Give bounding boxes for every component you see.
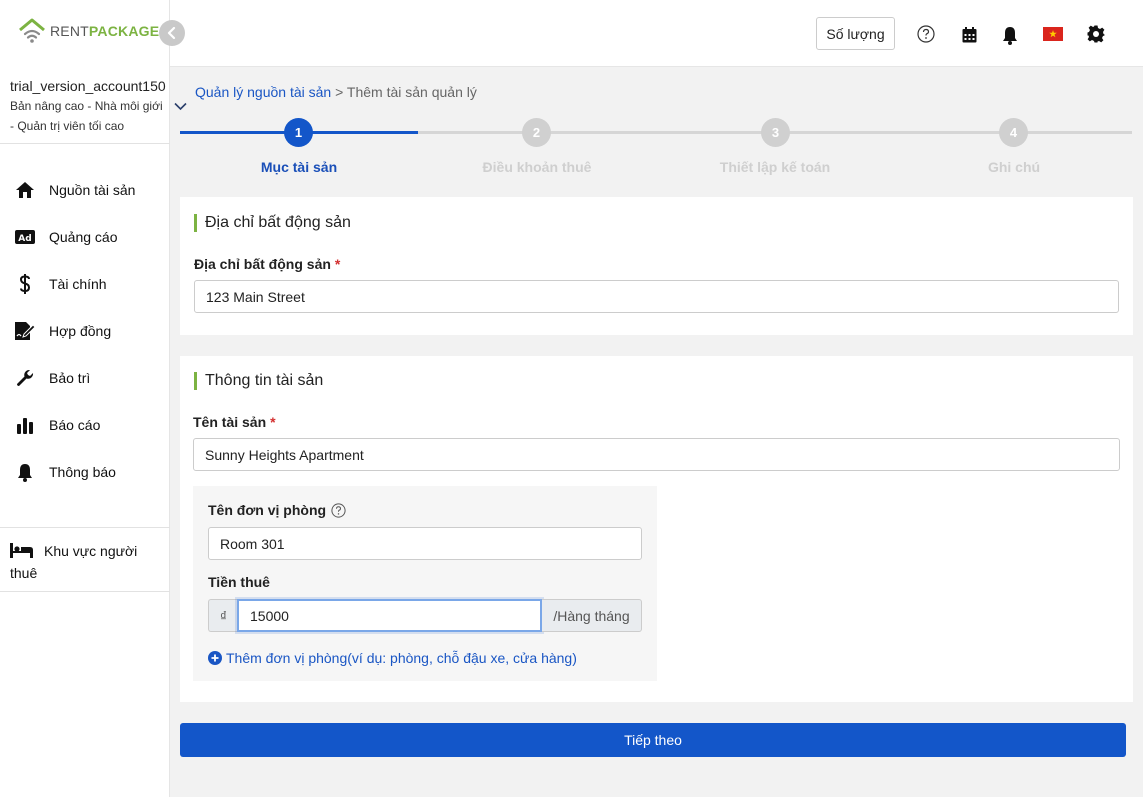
step-4-label[interactable]: Ghi chú — [934, 159, 1094, 175]
unit-name-label-text: Tên đơn vị phòng — [208, 502, 327, 518]
sidebar-item-label: Thông báo — [49, 464, 116, 480]
breadcrumb-separator: > — [331, 84, 347, 100]
rent-input[interactable]: 15000 — [237, 599, 542, 632]
unit-panel: Tên đơn vị phòng Room 301 Tiền thuê ₫ 15… — [193, 486, 657, 681]
vietnam-flag-icon[interactable] — [1042, 26, 1064, 42]
wifi-home-icon — [19, 18, 45, 43]
address-card: Địa chỉ bất động sản Địa chỉ bất động sả… — [180, 197, 1133, 335]
breadcrumb-current: Thêm tài sản quản lý — [346, 84, 477, 100]
sidebar-item-label: Tài chính — [49, 276, 107, 292]
step-4-circle[interactable]: 4 — [999, 118, 1028, 147]
address-card-title: Địa chỉ bất động sản — [194, 214, 351, 232]
bell-icon — [14, 461, 36, 483]
calendar-icon[interactable] — [959, 25, 979, 45]
help-icon[interactable] — [916, 24, 936, 44]
add-unit-label: Thêm đơn vị phòng(ví dụ: phòng, chỗ đậu … — [226, 650, 577, 666]
ad-icon: Ad — [14, 226, 36, 248]
period-addon: /Hàng tháng — [542, 599, 642, 632]
sidebar-item-ads[interactable]: Ad Quảng cáo — [14, 225, 118, 249]
sidebar-item-reports[interactable]: Báo cáo — [14, 413, 100, 437]
dollar-icon — [14, 273, 36, 295]
address-input[interactable]: 123 Main Street — [194, 280, 1119, 313]
rent-label: Tiền thuê — [208, 574, 270, 590]
chevron-left-icon — [167, 27, 176, 39]
step-3-label[interactable]: Thiết lập kế toán — [695, 159, 855, 175]
property-info-card: Thông tin tài sản Tên tài sản * Sunny Hei… — [180, 356, 1133, 702]
property-name-input[interactable]: Sunny Heights Apartment — [193, 438, 1120, 471]
home-icon — [14, 179, 36, 201]
property-name-label-text: Tên tài sản — [193, 414, 267, 430]
logo[interactable]: RENTPACKAGE — [18, 18, 159, 44]
quantity-button[interactable]: Số lượng — [816, 17, 895, 50]
topbar: Số lượng — [170, 0, 1143, 67]
sidebar: RENTPACKAGE trial_version_account150 Bản… — [0, 0, 170, 797]
required-mark: * — [334, 256, 341, 272]
address-field-label: Địa chỉ bất động sản * — [194, 256, 340, 272]
currency-addon: ₫ — [208, 599, 238, 632]
step-1-circle[interactable]: 1 — [284, 118, 313, 147]
sidebar-item-finance[interactable]: Tài chính — [14, 272, 107, 296]
sidebar-item-maintenance[interactable]: Bảo trì — [14, 366, 90, 390]
sidebar-item-label: Quảng cáo — [49, 229, 118, 245]
breadcrumb-parent-link[interactable]: Quản lý nguồn tài sản — [195, 84, 331, 100]
gear-icon[interactable] — [1086, 24, 1106, 44]
sidebar-item-contracts[interactable]: Hợp đồng — [14, 319, 111, 343]
sidebar-item-notifications[interactable]: Thông báo — [14, 460, 116, 484]
account-info: trial_version_account150 Bản nâng cao - … — [10, 78, 166, 136]
property-info-title: Thông tin tài sản — [194, 372, 323, 390]
unit-name-input[interactable]: Room 301 — [208, 527, 642, 560]
sidebar-item-label: Bảo trì — [49, 370, 91, 386]
add-unit-link[interactable]: Thêm đơn vị phòng(ví dụ: phòng, chỗ đậu … — [208, 650, 577, 666]
next-button[interactable]: Tiếp theo — [180, 723, 1126, 757]
sidebar-divider — [0, 143, 170, 144]
breadcrumb: Quản lý nguồn tài sản > Thêm tài sản quả… — [195, 84, 477, 100]
sidebar-item-label: Nguồn tài sản — [49, 182, 136, 198]
chevron-down-icon[interactable] — [174, 98, 187, 116]
sidebar-collapse-button[interactable] — [159, 20, 185, 46]
address-label-text: Địa chỉ bất động sản — [194, 256, 331, 272]
sidebar-item-label: Báo cáo — [49, 417, 101, 433]
property-name-label: Tên tài sản * — [193, 414, 276, 430]
stepper: 1 2 3 4 Mục tài sản Điều khoản thuê Thiế… — [180, 116, 1132, 180]
wrench-icon — [14, 367, 36, 389]
step-3-circle[interactable]: 3 — [761, 118, 790, 147]
sidebar-item-label: Hợp đồng — [49, 323, 112, 339]
sidebar-divider — [0, 527, 170, 528]
account-name: trial_version_account150 — [10, 78, 166, 94]
unit-name-label: Tên đơn vị phòng — [208, 502, 346, 518]
brand-package: PACKAGE — [88, 23, 160, 39]
sidebar-item-tenant-area[interactable]: Khu vực người thuê — [10, 540, 160, 584]
step-2-label[interactable]: Điều khoản thuê — [457, 159, 617, 175]
brand-rent: RENT — [50, 23, 89, 39]
sidebar-divider — [0, 591, 170, 592]
bell-icon[interactable] — [1000, 25, 1020, 45]
contract-icon — [14, 320, 36, 342]
required-mark: * — [270, 414, 276, 430]
bed-icon — [10, 543, 33, 558]
help-icon[interactable] — [331, 502, 346, 518]
sidebar-item-assets[interactable]: Nguồn tài sản — [14, 178, 135, 202]
bar-chart-icon — [14, 414, 36, 436]
plus-circle-icon — [208, 651, 222, 665]
step-1-label[interactable]: Mục tài sản — [219, 159, 379, 175]
svg-text:Ad: Ad — [18, 234, 31, 244]
step-2-circle[interactable]: 2 — [522, 118, 551, 147]
account-role: Bản nâng cao - Nhà môi giới - Quản trị v… — [10, 99, 163, 133]
